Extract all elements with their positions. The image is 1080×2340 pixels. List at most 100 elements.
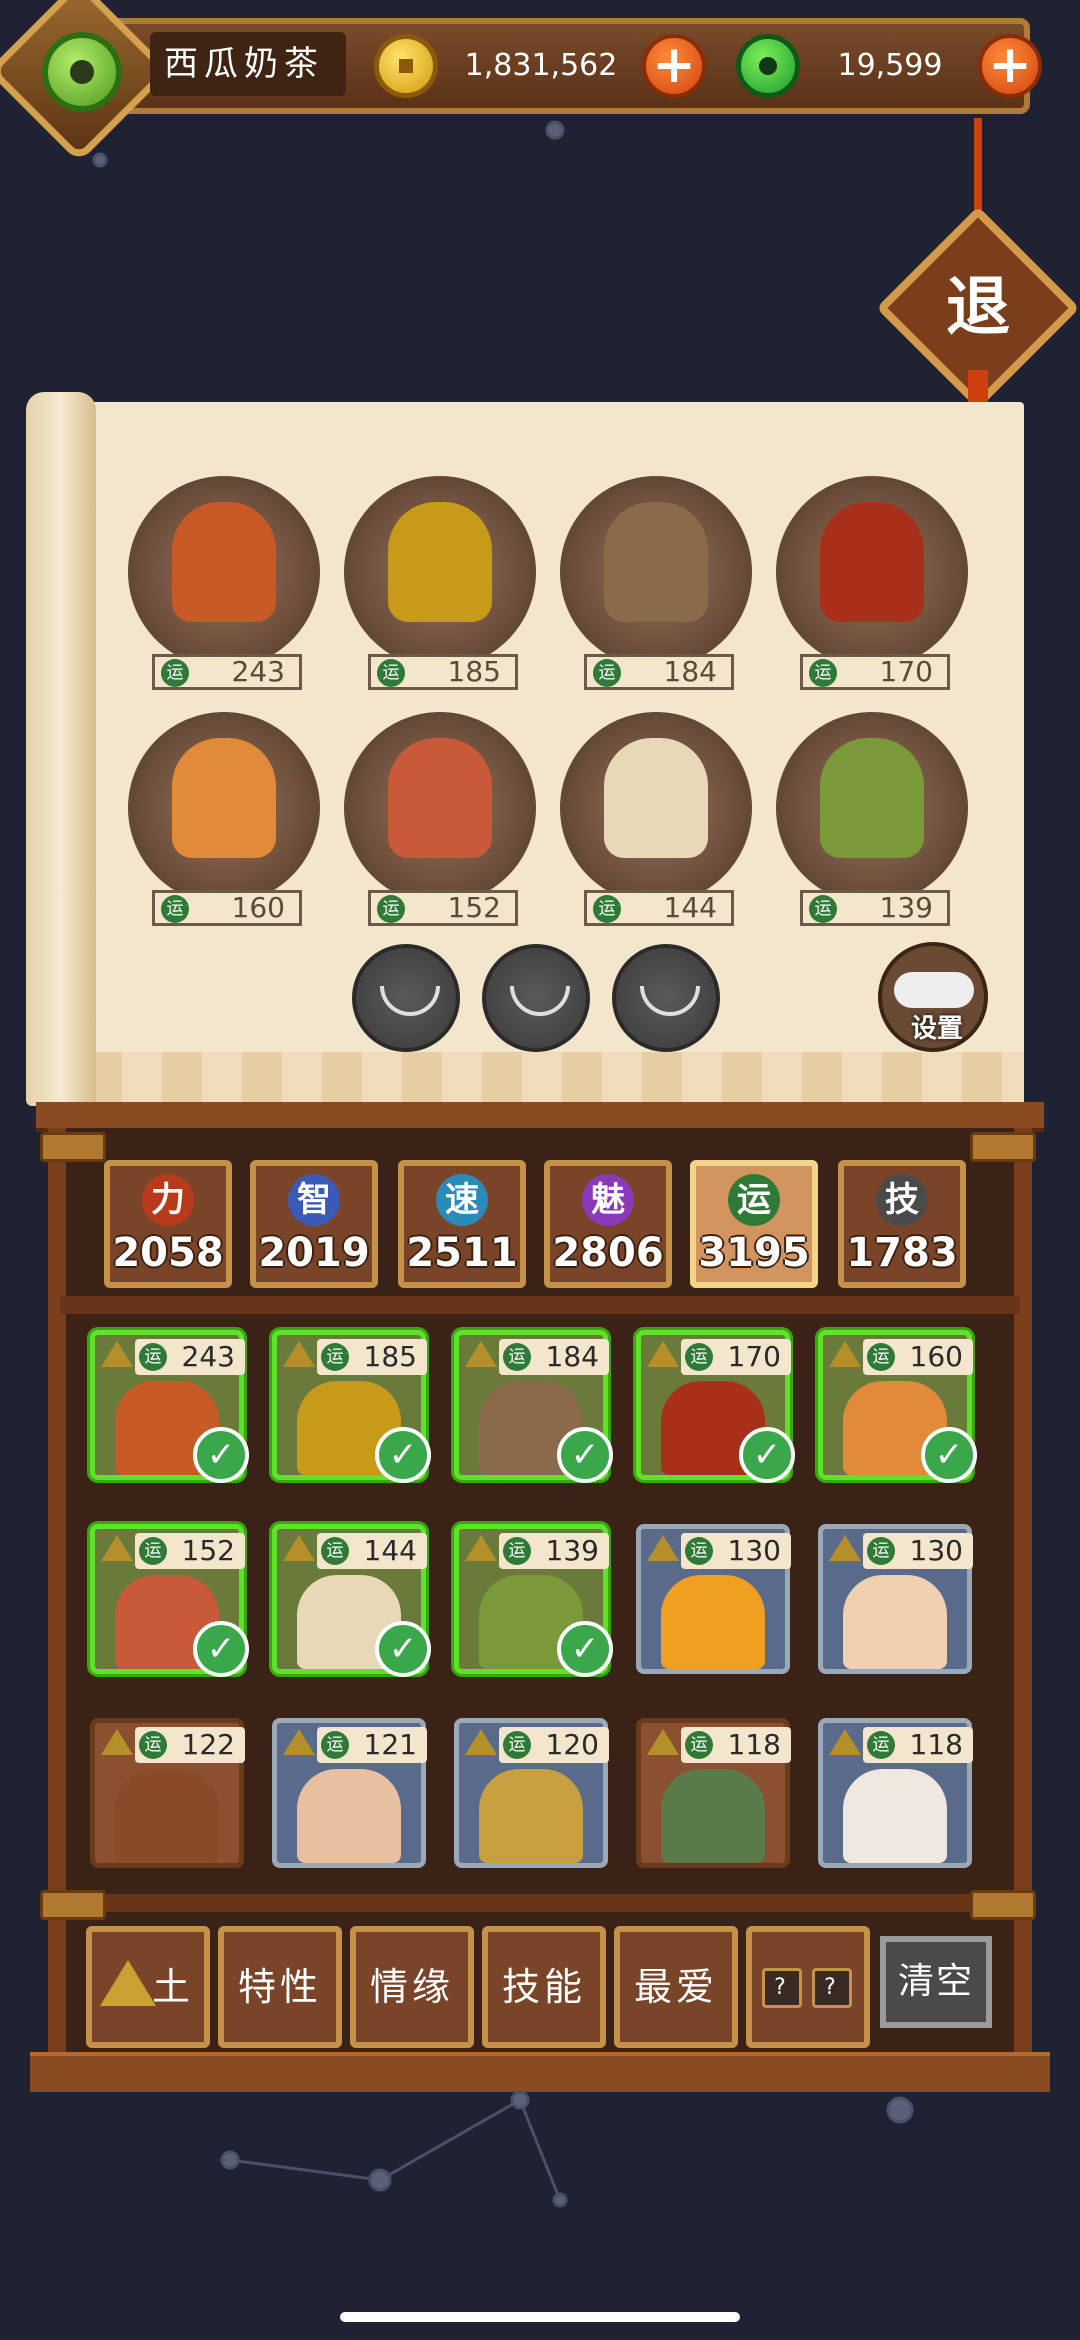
gold-coin-icon	[374, 34, 438, 98]
stat-total-value: 2058	[112, 1230, 224, 1276]
card-luck-score: 运 122	[135, 1727, 245, 1763]
earth-element-icon	[283, 1535, 315, 1561]
jade-amount: 19,599	[837, 48, 943, 83]
earth-element-icon	[283, 1729, 315, 1755]
team-member-portrait[interactable]	[128, 712, 320, 904]
selected-check-icon: ✓	[375, 1621, 431, 1677]
empty-slot-bowl-icon[interactable]	[352, 944, 460, 1052]
scroll-wave-border	[82, 1052, 1024, 1108]
character-icon	[843, 1575, 947, 1669]
card-luck-score: 运 152	[135, 1533, 245, 1569]
earth-element-icon	[465, 1729, 497, 1755]
luck-icon: 运	[867, 1537, 895, 1565]
skill-filter-button[interactable]: 技能	[482, 1926, 606, 2048]
team-member-portrait[interactable]	[128, 476, 320, 668]
clear-selection-button[interactable]: 清空	[880, 1936, 992, 2028]
luck-icon: 运	[503, 1537, 531, 1565]
luck-icon: 运	[161, 659, 189, 687]
corner-bracket	[40, 1890, 106, 1920]
luck-icon: 运	[685, 1343, 713, 1371]
luck-score-value: 160	[231, 891, 285, 924]
roster-character-card[interactable]: 运 243 ✓	[90, 1330, 249, 1483]
roster-character-card[interactable]: 运 152 ✓	[90, 1524, 249, 1677]
luck-icon: 运	[809, 659, 837, 687]
add-jade-button[interactable]: +	[978, 34, 1042, 98]
card-luck-score: 运 121	[317, 1727, 427, 1763]
roster-character-card[interactable]: 运 185 ✓	[272, 1330, 431, 1483]
player-avatar-icon[interactable]	[42, 32, 122, 112]
luck-icon: 运	[321, 1537, 349, 1565]
stat-tab[interactable]: 速 2511	[398, 1160, 526, 1288]
luck-score-value: 152	[447, 891, 501, 924]
roster-character-card[interactable]: 运 184 ✓	[454, 1330, 613, 1483]
home-indicator[interactable]	[340, 2312, 740, 2322]
luck-score-value: 243	[231, 655, 285, 688]
roster-character-card[interactable]: 运 118	[818, 1718, 973, 1868]
empty-slot-bowl-icon[interactable]	[612, 944, 720, 1052]
exit-button-label[interactable]: 退	[906, 236, 1050, 380]
character-icon	[604, 502, 708, 622]
corner-bracket	[40, 1132, 106, 1162]
luck-score-value: 184	[545, 1340, 599, 1373]
selected-check-icon: ✓	[193, 1427, 249, 1483]
earth-filter-label: 土	[152, 1965, 195, 2009]
favorite-filter-button[interactable]: 最爱	[614, 1926, 738, 2048]
earth-element-icon	[101, 1341, 133, 1367]
roster-character-card[interactable]: 运 144 ✓	[272, 1524, 431, 1677]
selected-check-icon: ✓	[557, 1621, 613, 1677]
shelf-divider	[60, 1296, 1020, 1314]
trait-filter-button[interactable]: 特性	[218, 1926, 342, 2048]
card-luck-score: 运 144	[317, 1533, 427, 1569]
stat-tab[interactable]: 运 3195	[690, 1160, 818, 1288]
add-gold-button[interactable]: +	[642, 34, 706, 98]
luck-score-value: 185	[363, 1340, 417, 1373]
roster-character-card[interactable]: 运 130	[636, 1524, 791, 1674]
stat-tab[interactable]: 技 1783	[838, 1160, 966, 1288]
luck-score-value: 152	[181, 1534, 235, 1567]
roster-character-card[interactable]: 运 121	[272, 1718, 427, 1868]
luck-icon: 运	[867, 1343, 895, 1371]
team-member-portrait[interactable]	[560, 476, 752, 668]
roster-character-card[interactable]: 运 120	[454, 1718, 609, 1868]
team-member-portrait[interactable]	[344, 476, 536, 668]
roster-character-card[interactable]: 运 118	[636, 1718, 791, 1868]
gamepad-icon	[894, 972, 974, 1008]
card-luck-score: 运 120	[499, 1727, 609, 1763]
roster-character-card[interactable]: 运 122	[90, 1718, 245, 1868]
roster-character-card[interactable]: 运 130	[818, 1524, 973, 1674]
stat-icon: 运	[728, 1174, 780, 1226]
element-filter-earth-button[interactable]: 土	[86, 1926, 210, 2048]
character-icon	[172, 738, 276, 858]
unknown-card-icon: ?	[762, 1968, 802, 2008]
settings-button[interactable]: 设置	[878, 942, 988, 1052]
earth-element-icon	[829, 1535, 861, 1561]
team-member-portrait[interactable]	[776, 476, 968, 668]
empty-slot-bowl-icon[interactable]	[482, 944, 590, 1052]
character-icon	[172, 502, 276, 622]
stat-tab[interactable]: 力 2058	[104, 1160, 232, 1288]
roster-character-card[interactable]: 运 160 ✓	[818, 1330, 977, 1483]
luck-icon: 运	[321, 1731, 349, 1759]
luck-score-value: 170	[879, 655, 933, 688]
roster-character-card[interactable]: 运 139 ✓	[454, 1524, 613, 1677]
card-luck-score: 运 118	[863, 1727, 973, 1763]
roster-character-card[interactable]: 运 170 ✓	[636, 1330, 795, 1483]
gold-amount: 1,831,562	[464, 48, 618, 83]
character-icon	[661, 1575, 765, 1669]
card-luck-score: 运 139	[499, 1533, 609, 1569]
team-member-portrait[interactable]	[560, 712, 752, 904]
team-member-luck-score: 运 144	[584, 890, 734, 926]
bond-filter-button[interactable]: 情缘	[350, 1926, 474, 2048]
unknown-filter-button[interactable]: ? ?	[746, 1926, 870, 2048]
luck-icon: 运	[139, 1343, 167, 1371]
luck-score-value: 130	[909, 1534, 963, 1567]
earth-element-icon	[101, 1729, 133, 1755]
character-icon	[115, 1769, 219, 1863]
luck-icon: 运	[161, 895, 189, 923]
earth-element-icon	[829, 1341, 861, 1367]
earth-element-icon	[647, 1341, 679, 1367]
stat-tab[interactable]: 魅 2806	[544, 1160, 672, 1288]
stat-tab[interactable]: 智 2019	[250, 1160, 378, 1288]
team-member-portrait[interactable]	[776, 712, 968, 904]
team-member-portrait[interactable]	[344, 712, 536, 904]
